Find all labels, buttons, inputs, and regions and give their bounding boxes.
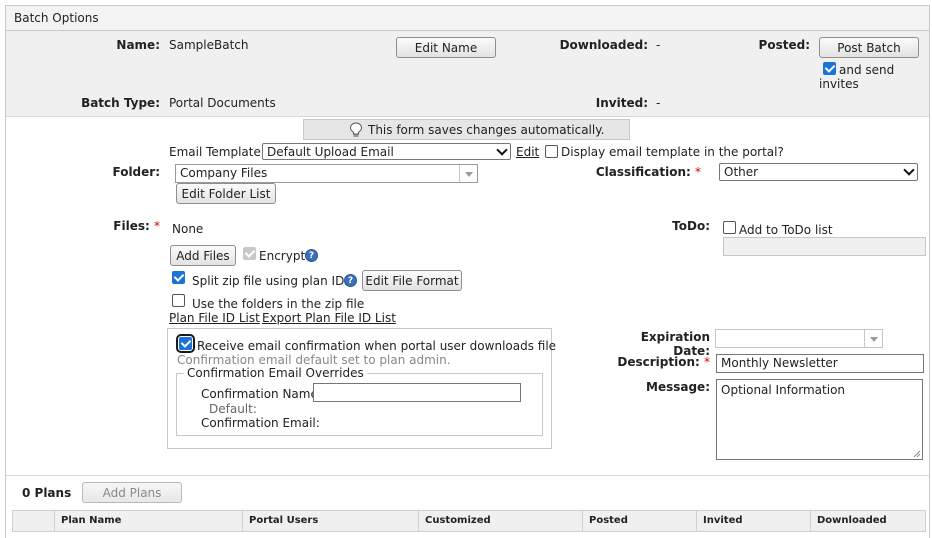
encrypt-label: Encrypt: [259, 249, 306, 263]
split-zip-label: Split zip file using plan IDs: [192, 274, 351, 288]
panel-header: Batch Options: [5, 5, 930, 31]
add-files-button[interactable]: Add Files: [170, 245, 236, 266]
message-value: Optional Information: [721, 383, 846, 397]
posted-label: Posted:: [758, 38, 810, 52]
divider: [6, 475, 929, 476]
column-plan-name[interactable]: Plan Name: [54, 510, 242, 532]
edit-email-template-link[interactable]: Edit: [516, 145, 539, 159]
send-invites-checkbox[interactable]: [823, 62, 836, 75]
display-template-checkbox[interactable]: [545, 145, 558, 158]
batch-type-value: Portal Documents: [169, 96, 276, 110]
use-folders-checkbox[interactable]: [172, 294, 185, 307]
add-plans-button[interactable]: Add Plans: [82, 482, 182, 503]
files-value: None: [172, 222, 204, 236]
invited-label: Invited:: [595, 96, 648, 110]
email-template-select[interactable]: Default Upload Email: [262, 143, 511, 160]
files-label: Files: *: [80, 219, 160, 233]
classification-label-text: Classification:: [595, 165, 691, 179]
expiration-date-label: Expiration Date:: [640, 330, 710, 358]
receive-confirmation-label: Receive email confirmation when portal u…: [197, 339, 557, 353]
add-todo-checkbox[interactable]: [723, 221, 736, 234]
display-template-label: Display email template in the portal?: [561, 145, 784, 159]
message-label: Message:: [646, 380, 710, 394]
required-marker: *: [704, 355, 710, 369]
description-label-text: Description:: [617, 355, 700, 369]
batch-type-label: Batch Type:: [81, 96, 160, 110]
edit-file-format-button[interactable]: Edit File Format: [362, 270, 462, 291]
column-downloaded[interactable]: Downloaded: [810, 510, 926, 532]
send-invites-label: and send: [839, 63, 895, 77]
required-marker: *: [154, 219, 160, 233]
name-label: Name:: [116, 38, 160, 52]
confirmation-name-label: Confirmation Name:: [201, 387, 322, 401]
confirmation-default-label: Default:: [209, 402, 257, 416]
expiration-date-input[interactable]: [715, 329, 883, 348]
help-icon[interactable]: ?: [344, 274, 357, 287]
classification-select[interactable]: Other: [719, 163, 918, 181]
autosave-notice: This form saves changes automatically.: [303, 119, 630, 140]
panel-title: Batch Options: [14, 11, 99, 25]
split-zip-checkbox[interactable]: [172, 271, 185, 284]
encrypt-checkbox[interactable]: [243, 247, 256, 260]
confirmation-name-input[interactable]: [313, 383, 521, 402]
chevron-down-icon: [903, 164, 915, 176]
classification-label: Classification: *: [590, 165, 701, 179]
confirmation-default-note: Confirmation email default set to plan a…: [177, 353, 451, 367]
post-batch-button[interactable]: Post Batch: [819, 37, 919, 58]
send-invites-label-2: invites: [819, 77, 859, 91]
edit-folder-list-button[interactable]: Edit Folder List: [176, 183, 276, 204]
invited-value: -: [656, 96, 661, 110]
help-icon[interactable]: ?: [305, 249, 318, 262]
plan-file-id-list-link[interactable]: Plan File ID List: [169, 311, 260, 325]
batch-name-value: SampleBatch: [169, 38, 249, 52]
edit-name-button[interactable]: Edit Name: [396, 37, 496, 58]
downloaded-label: Downloaded:: [559, 38, 648, 52]
chevron-down-icon: [496, 144, 508, 156]
column-posted[interactable]: Posted: [582, 510, 696, 532]
column-customized[interactable]: Customized: [418, 510, 582, 532]
plans-count: 0 Plans: [22, 486, 72, 500]
chevron-down-icon: [864, 330, 882, 347]
description-input[interactable]: Monthly Newsletter: [716, 354, 924, 373]
export-plan-file-id-list-link[interactable]: Export Plan File ID List: [262, 311, 396, 325]
todo-label: ToDo:: [672, 219, 710, 233]
files-label-text: Files:: [113, 219, 150, 233]
folder-label: Folder:: [112, 165, 160, 179]
select-all-column[interactable]: [12, 510, 54, 532]
folder-combobox[interactable]: Company Files: [175, 164, 478, 183]
add-todo-label: Add to ToDo list: [739, 223, 833, 237]
email-template-value: Default Upload Email: [267, 145, 394, 159]
classification-value: Other: [724, 165, 759, 179]
lightbulb-icon: [349, 122, 363, 137]
todo-input[interactable]: [723, 237, 926, 256]
confirmation-email-label: Confirmation Email:: [201, 416, 320, 430]
resize-handle-icon[interactable]: [913, 450, 921, 458]
chevron-down-icon: [459, 165, 477, 182]
column-portal-users[interactable]: Portal Users: [242, 510, 418, 532]
column-invited[interactable]: Invited: [696, 510, 810, 532]
folder-value: Company Files: [180, 166, 268, 180]
required-marker: *: [695, 165, 701, 179]
email-template-label: Email Template:: [169, 145, 265, 159]
autosave-notice-text: This form saves changes automatically.: [368, 123, 605, 137]
use-folders-label: Use the folders in the zip file: [192, 297, 365, 311]
receive-confirmation-checkbox[interactable]: [176, 334, 195, 353]
confirmation-overrides-legend: Confirmation Email Overrides: [184, 366, 367, 380]
description-label: Description: *: [600, 355, 710, 369]
message-textarea[interactable]: Optional Information: [716, 379, 923, 460]
downloaded-value: -: [656, 38, 661, 52]
